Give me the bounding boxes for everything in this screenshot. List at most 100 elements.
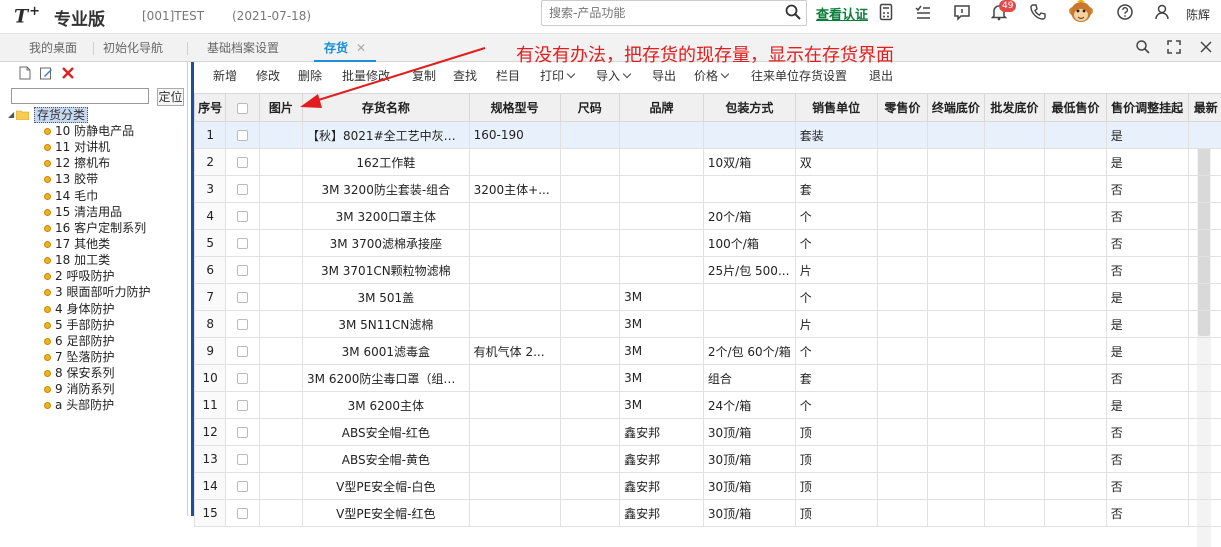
toolbar-button[interactable]: 退出 <box>869 67 893 84</box>
tree-root[interactable]: ◢ 存货分类 <box>4 107 188 123</box>
row-checkbox[interactable] <box>237 292 248 303</box>
tree-node[interactable]: 8 保安系列 <box>4 365 188 381</box>
table-row[interactable]: 83M 5N11CN滤棉3M片是 <box>195 311 1221 338</box>
row-checkbox[interactable] <box>237 373 248 384</box>
tree-node[interactable]: 11 对讲机 <box>4 139 188 155</box>
column-header[interactable]: 最低售价 <box>1045 94 1107 122</box>
column-header[interactable]: 批发底价 <box>984 94 1045 122</box>
delete-icon[interactable] <box>61 66 75 80</box>
new-document-icon[interactable] <box>18 66 32 80</box>
tree-node[interactable]: 13 胶带 <box>4 171 188 187</box>
user-icon[interactable] <box>1153 3 1171 21</box>
tree-node[interactable]: 17 其他类 <box>4 236 188 252</box>
row-checkbox[interactable] <box>237 238 248 249</box>
select-all-checkbox[interactable] <box>237 103 248 114</box>
row-checkbox[interactable] <box>237 184 248 195</box>
tree-node[interactable]: 16 客户定制系列 <box>4 220 188 236</box>
tree-search-input[interactable] <box>11 88 149 104</box>
row-checkbox[interactable] <box>237 319 248 330</box>
table-row[interactable]: 13ABS安全帽-黄色鑫安邦30顶/箱顶否 <box>195 446 1221 473</box>
column-header[interactable]: 终端底价 <box>928 94 985 122</box>
tree-node[interactable]: a 头部防护 <box>4 397 188 413</box>
tab-basic-archive-settings[interactable]: 基础档案设置 <box>207 34 279 62</box>
column-header[interactable] <box>226 94 259 122</box>
column-header[interactable]: 最新 <box>1188 94 1221 122</box>
column-header[interactable]: 包装方式 <box>703 94 795 122</box>
packaging-cell: 30顶/箱 <box>703 500 795 527</box>
row-checkbox[interactable] <box>237 400 248 411</box>
column-header[interactable]: 序号 <box>195 94 226 122</box>
help-icon[interactable] <box>1116 3 1134 21</box>
message-icon[interactable] <box>953 3 971 21</box>
row-checkbox[interactable] <box>237 130 248 141</box>
row-checkbox[interactable] <box>237 211 248 222</box>
table-row[interactable]: 33M 3200防尘套装-组合3200主体+...套否 <box>195 176 1221 203</box>
collapse-triangle-icon[interactable]: ◢ <box>8 107 14 123</box>
toolbar-button[interactable]: 修改 <box>256 67 280 84</box>
table-row[interactable]: 43M 3200口罩主体20个/箱个否 <box>195 203 1221 230</box>
table-row[interactable]: 2162工作鞋10双/箱双是 <box>195 149 1221 176</box>
product-search-input[interactable] <box>549 2 785 24</box>
tab-my-desktop[interactable]: 我的桌面 <box>29 34 77 62</box>
search-icon[interactable] <box>784 3 802 21</box>
tree-node[interactable]: 14 毛巾 <box>4 188 188 204</box>
tree-node[interactable]: 5 手部防护 <box>4 317 188 333</box>
user-name[interactable]: 陈辉 <box>1186 6 1210 23</box>
toolbar-button[interactable]: 导出 <box>652 67 676 84</box>
locate-button[interactable]: 定位 <box>157 88 184 106</box>
sales-unit-cell: 套 <box>795 365 877 392</box>
retail-price-cell <box>877 311 927 338</box>
table-row[interactable]: 15V型PE安全帽-红色鑫安邦30顶/箱顶否 <box>195 500 1221 527</box>
column-header[interactable]: 售价调整挂起 <box>1106 94 1188 122</box>
table-row[interactable]: 53M 3700滤棉承接座100个/箱个否 <box>195 230 1221 257</box>
monkey-mascot-icon[interactable] <box>1068 0 1094 27</box>
tree-node[interactable]: 15 清洁用品 <box>4 204 188 220</box>
row-checkbox[interactable] <box>237 454 248 465</box>
column-header[interactable]: 品牌 <box>620 94 704 122</box>
table-row[interactable]: 14V型PE安全帽-白色鑫安邦30顶/箱顶否 <box>195 473 1221 500</box>
toolbar-button[interactable]: 导入 <box>596 67 630 84</box>
row-checkbox[interactable] <box>237 508 248 519</box>
task-list-icon[interactable] <box>914 3 932 21</box>
tab-init-guide[interactable]: 初始化导航 <box>103 34 163 62</box>
search-icon[interactable] <box>1134 38 1152 56</box>
tree-node[interactable]: 10 防静电产品 <box>4 123 188 139</box>
tree-node[interactable]: 2 呼吸防护 <box>4 268 188 284</box>
table-row[interactable]: 103M 6200防尘毒口罩（组合）...3M组合套否 <box>195 365 1221 392</box>
table-row[interactable]: 12ABS安全帽-红色鑫安邦30顶/箱顶否 <box>195 419 1221 446</box>
tree-node[interactable]: 4 身体防护 <box>4 301 188 317</box>
table-row[interactable]: 1【秋】8021#全工艺中灰配桔黄160-190套装是 <box>195 122 1221 149</box>
product-search-box[interactable] <box>541 0 807 26</box>
tree-node-label: 8 保安系列 <box>55 366 114 380</box>
tree-node[interactable]: 3 眼面部听力防护 <box>4 284 188 300</box>
column-header[interactable]: 销售单位 <box>795 94 877 122</box>
table-row[interactable]: 113M 6200主体3M24个/箱个是 <box>195 392 1221 419</box>
phone-icon[interactable] <box>1029 3 1047 21</box>
column-header[interactable]: 零售价 <box>877 94 927 122</box>
column-header[interactable]: 尺码 <box>560 94 620 122</box>
toolbar-button[interactable]: 新增 <box>213 67 237 84</box>
toolbar-button[interactable]: 往来单位存货设置 <box>751 67 847 84</box>
fullscreen-icon[interactable] <box>1165 38 1183 56</box>
tree-node[interactable]: 12 擦机布 <box>4 155 188 171</box>
row-checkbox[interactable] <box>237 157 248 168</box>
toolbar-button[interactable]: 打印 <box>540 67 574 84</box>
table-row[interactable]: 63M 3701CN颗粒物滤棉25片/包 500...片否 <box>195 257 1221 284</box>
tree-node-label: 18 加工类 <box>55 253 110 267</box>
toolbar-button[interactable]: 价格 <box>694 67 728 84</box>
spec-model-cell: 有机气体 2... <box>469 338 560 365</box>
tree-node[interactable]: 6 足部防护 <box>4 333 188 349</box>
row-checkbox[interactable] <box>237 481 248 492</box>
calculator-icon[interactable] <box>877 3 895 21</box>
row-checkbox[interactable] <box>237 427 248 438</box>
row-checkbox[interactable] <box>237 265 248 276</box>
view-certification-link[interactable]: 查看认证 <box>816 4 868 23</box>
tree-node[interactable]: 7 坠落防护 <box>4 349 188 365</box>
tree-node[interactable]: 18 加工类 <box>4 252 188 268</box>
close-icon[interactable] <box>1197 38 1215 56</box>
edit-document-icon[interactable] <box>39 66 53 80</box>
table-row[interactable]: 93M 6001滤毒盒有机气体 2...3M2个/包 60个/箱个是 <box>195 338 1221 365</box>
row-checkbox[interactable] <box>237 346 248 357</box>
tree-node[interactable]: 9 消防系列 <box>4 381 188 397</box>
table-row[interactable]: 73M 501盖3M个是 <box>195 284 1221 311</box>
